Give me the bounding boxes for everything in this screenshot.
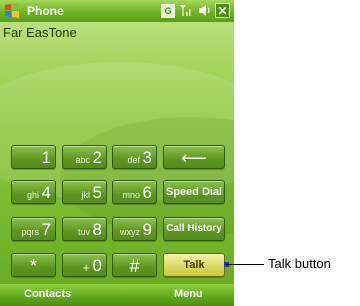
key-digit: # bbox=[129, 256, 140, 276]
key-digit: 3 bbox=[142, 148, 152, 167]
close-icon[interactable]: ✕ bbox=[215, 3, 230, 18]
key-hash[interactable]: # bbox=[112, 253, 157, 277]
volume-icon[interactable] bbox=[197, 3, 211, 18]
menu-softkey[interactable]: Menu bbox=[174, 288, 203, 300]
contacts-softkey[interactable]: Contacts bbox=[24, 288, 71, 300]
call-history-button[interactable]: Call History bbox=[163, 217, 225, 241]
key-digit: 4 bbox=[41, 183, 51, 202]
key-digit: 1 bbox=[41, 148, 51, 167]
signal-icon[interactable] bbox=[179, 3, 193, 18]
key-digit: 0 bbox=[92, 256, 102, 275]
key-8[interactable]: tuv 8 bbox=[62, 217, 107, 241]
key-9[interactable]: wxyz 9 bbox=[112, 217, 157, 241]
key-digit: * bbox=[29, 256, 37, 276]
key-letters: tuv bbox=[77, 227, 90, 237]
gprs-icon[interactable]: G bbox=[161, 3, 175, 18]
windows-start-icon[interactable] bbox=[3, 2, 21, 20]
key-7[interactable]: pqrs 7 bbox=[11, 217, 56, 241]
key-1[interactable]: 1 bbox=[11, 145, 56, 169]
key-digit: 7 bbox=[41, 220, 51, 239]
key-digit: 6 bbox=[142, 183, 152, 202]
key-letters: jkl bbox=[81, 190, 91, 200]
backspace-icon: ⟵ bbox=[181, 148, 207, 168]
key-5[interactable]: jkl 5 bbox=[62, 180, 107, 204]
carrier-name: Far EasTone bbox=[3, 25, 77, 40]
talk-button[interactable]: Talk bbox=[163, 253, 225, 277]
key-6[interactable]: mno 6 bbox=[112, 180, 157, 204]
key-letters: + bbox=[82, 260, 90, 275]
app-title: Phone bbox=[27, 4, 64, 18]
callout-label: Talk button bbox=[268, 256, 331, 271]
key-0[interactable]: + 0 bbox=[62, 253, 107, 277]
key-digit: 2 bbox=[92, 148, 102, 167]
key-letters: mno bbox=[122, 190, 140, 200]
key-star[interactable]: * bbox=[11, 253, 56, 277]
status-area: G ✕ bbox=[161, 3, 230, 18]
key-letters: def bbox=[127, 155, 140, 165]
key-digit: 5 bbox=[92, 183, 102, 202]
key-3[interactable]: def 3 bbox=[112, 145, 157, 169]
key-digit: 9 bbox=[142, 220, 152, 239]
key-digit: 8 bbox=[92, 220, 102, 239]
title-bar: Phone G ✕ bbox=[0, 0, 234, 22]
soft-key-bar: Contacts Menu bbox=[0, 284, 234, 306]
key-letters: pqrs bbox=[21, 227, 39, 237]
key-4[interactable]: ghi 4 bbox=[11, 180, 56, 204]
backspace-button[interactable]: ⟵ bbox=[163, 145, 225, 169]
callout-line bbox=[226, 264, 264, 265]
speed-dial-button[interactable]: Speed Dial bbox=[163, 180, 225, 204]
key-letters: wxyz bbox=[120, 227, 140, 237]
key-letters: ghi bbox=[26, 190, 39, 200]
phone-device: Phone G ✕ Far EasTone 1 abc 2 def 3 ⟵ gh… bbox=[0, 0, 234, 306]
key-letters: abc bbox=[75, 155, 90, 165]
key-2[interactable]: abc 2 bbox=[62, 145, 107, 169]
